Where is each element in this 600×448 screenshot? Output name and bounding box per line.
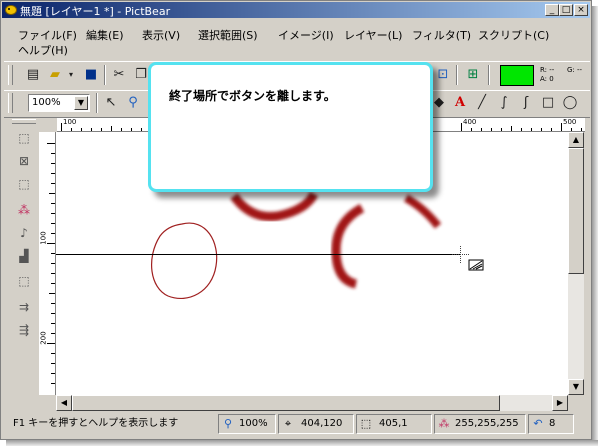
text-tool-icon[interactable]: A (451, 94, 469, 112)
menu-layer[interactable]: レイヤー(L) (344, 27, 402, 43)
magnifier-icon[interactable]: ⚲ (124, 94, 142, 112)
undo-icon: ↶ (533, 417, 543, 430)
pointer-icon[interactable]: ↖ (102, 94, 120, 112)
brush-stroke (331, 204, 365, 289)
horizontal-scrollbar[interactable]: ◀ ▶ (56, 395, 568, 411)
drawn-circle (151, 222, 218, 300)
cut-icon[interactable]: ✂ (110, 66, 128, 84)
status-help-panel: F1 キーを押すとヘルプを表示します (4, 414, 216, 434)
transform-icon[interactable]: ⇶ (15, 321, 33, 339)
crosshair-cursor (452, 246, 469, 263)
status-undo-count: 8 (549, 418, 556, 429)
open-dropdown-icon[interactable]: ▾ (62, 66, 80, 84)
vertical-ruler-ticks (47, 143, 55, 384)
curve-tool-icon[interactable]: ∫ (495, 94, 513, 112)
toolbar-separator (488, 65, 490, 85)
status-bar: F1 キーを押すとヘルプを表示します ⚲ 100% ⌖ 404,120 ⬚ 40… (2, 414, 591, 436)
maximize-button[interactable]: □ (559, 4, 573, 16)
brush-stroke (403, 194, 442, 229)
window-shadow-right (592, 6, 598, 444)
bezier-tool-icon[interactable]: ʃ (517, 94, 535, 112)
red-readout: R: -- (540, 66, 555, 74)
vertical-ruler: 100 200 (39, 132, 56, 395)
minimize-button[interactable]: _ (545, 4, 559, 16)
menu-edit[interactable]: 編集(E) (86, 27, 124, 43)
layer-copy-icon[interactable]: ▟ (15, 247, 33, 265)
menu-script[interactable]: スクリプト(C) (478, 27, 549, 43)
scroll-right-button[interactable]: ▶ (552, 395, 568, 411)
zoom-value: 100% (32, 97, 61, 108)
title-bar: 無題 [レイヤー1 *] - PictBear _ □ × (2, 2, 590, 18)
rect-select-icon[interactable]: ⬚ (15, 129, 33, 147)
toolbar-separator (104, 65, 106, 85)
rectangle-tool-icon[interactable]: □ (539, 94, 557, 112)
alpha-readout: A: 0 (540, 75, 554, 83)
ruler-label-v200: 200 (39, 331, 48, 345)
selection-size-icon: ⬚ (360, 417, 372, 430)
zoom-select[interactable]: 100% ▼ (28, 94, 90, 112)
status-size-panel: ⬚ 405,1 (356, 414, 432, 434)
zoom-window-icon[interactable]: ⊡ (434, 66, 452, 84)
close-button[interactable]: × (574, 4, 588, 16)
tool-palette: ⬚ ⊠ ⬚ ⁂ ♪ ▟ ⬚ ⇉ ⇶ (9, 117, 39, 411)
menu-image[interactable]: イメージ(I) (278, 27, 334, 43)
status-zoom: 100% (239, 418, 268, 429)
ellipse-tool-icon[interactable]: ◯ (561, 94, 579, 112)
color-dots-icon: ⁂ (438, 417, 450, 430)
window-shadow-bottom (6, 440, 598, 446)
swap-colors-icon[interactable]: ⊞ (464, 66, 482, 84)
app-icon (5, 5, 17, 15)
ruler-label-400: 400 (463, 118, 477, 126)
chevron-down-icon[interactable]: ▼ (74, 96, 88, 110)
toolbar-grip[interactable] (8, 93, 13, 113)
status-color-panel: ⁂ 255,255,255 (434, 414, 526, 434)
instruction-tooltip: 終了場所でボタンを離します。 (148, 62, 433, 192)
brush-stroke (230, 191, 319, 222)
select-invert-icon[interactable]: ⬚ (15, 175, 33, 193)
scroll-down-button[interactable]: ▼ (568, 379, 584, 395)
status-selection-size: 405,1 (379, 418, 408, 429)
toolbar-separator (96, 93, 98, 113)
ruler-label-v100: 100 (39, 231, 48, 245)
green-readout: G: -- (567, 66, 583, 74)
select-none-icon[interactable]: ⊠ (15, 152, 33, 170)
menu-file[interactable]: ファイル(F) (18, 27, 77, 43)
scroll-left-button[interactable]: ◀ (56, 395, 72, 411)
tooltip-text: 終了場所でボタンを離します。 (169, 89, 336, 103)
menu-help[interactable]: ヘルプ(H) (18, 42, 68, 58)
save-icon[interactable]: ■ (82, 66, 100, 84)
horizontal-scroll-thumb[interactable] (72, 395, 500, 411)
status-color-value: 255,255,255 (455, 418, 519, 429)
magnifier-icon: ⚲ (223, 417, 233, 430)
new-file-icon[interactable]: ▤ (24, 66, 42, 84)
status-position-panel: ⌖ 404,120 (278, 414, 354, 434)
menu-view[interactable]: 表示(V) (142, 27, 180, 43)
move-icon[interactable]: ⇉ (15, 298, 33, 316)
ruler-label-100: 100 (63, 118, 77, 126)
palette-grip[interactable] (12, 119, 36, 124)
status-help-text: F1 キーを押すとヘルプを表示します (13, 418, 179, 429)
menu-filter[interactable]: フィルタ(T) (412, 27, 471, 43)
toolbar-grip[interactable] (8, 65, 13, 85)
menu-bar: ファイル(F) 編集(E) 表示(V) 選択範囲(S) イメージ(I) レイヤー… (2, 19, 590, 57)
toolbar-separator (456, 65, 458, 85)
crop-icon[interactable]: ⬚ (15, 272, 33, 290)
vertical-scrollbar[interactable]: ▲ ▼ (568, 132, 584, 395)
ruler-label-500: 500 (563, 118, 577, 126)
status-undo-panel: ↶ 8 (528, 414, 574, 434)
menu-selection[interactable]: 選択範囲(S) (198, 27, 258, 43)
status-zoom-panel: ⚲ 100% (218, 414, 276, 434)
window-title: 無題 [レイヤー1 *] - PictBear (20, 5, 171, 18)
vertical-scroll-thumb[interactable] (568, 148, 584, 274)
crosshair-icon: ⌖ (284, 417, 292, 430)
scroll-up-button[interactable]: ▲ (568, 132, 584, 148)
line-tool-icon[interactable]: ╱ (473, 94, 491, 112)
foreground-color-swatch[interactable] (500, 65, 534, 86)
status-cursor-pos: 404,120 (301, 418, 343, 429)
color-pick-icon[interactable]: ♪ (15, 224, 33, 242)
color-select-icon[interactable]: ⁂ (15, 201, 33, 219)
